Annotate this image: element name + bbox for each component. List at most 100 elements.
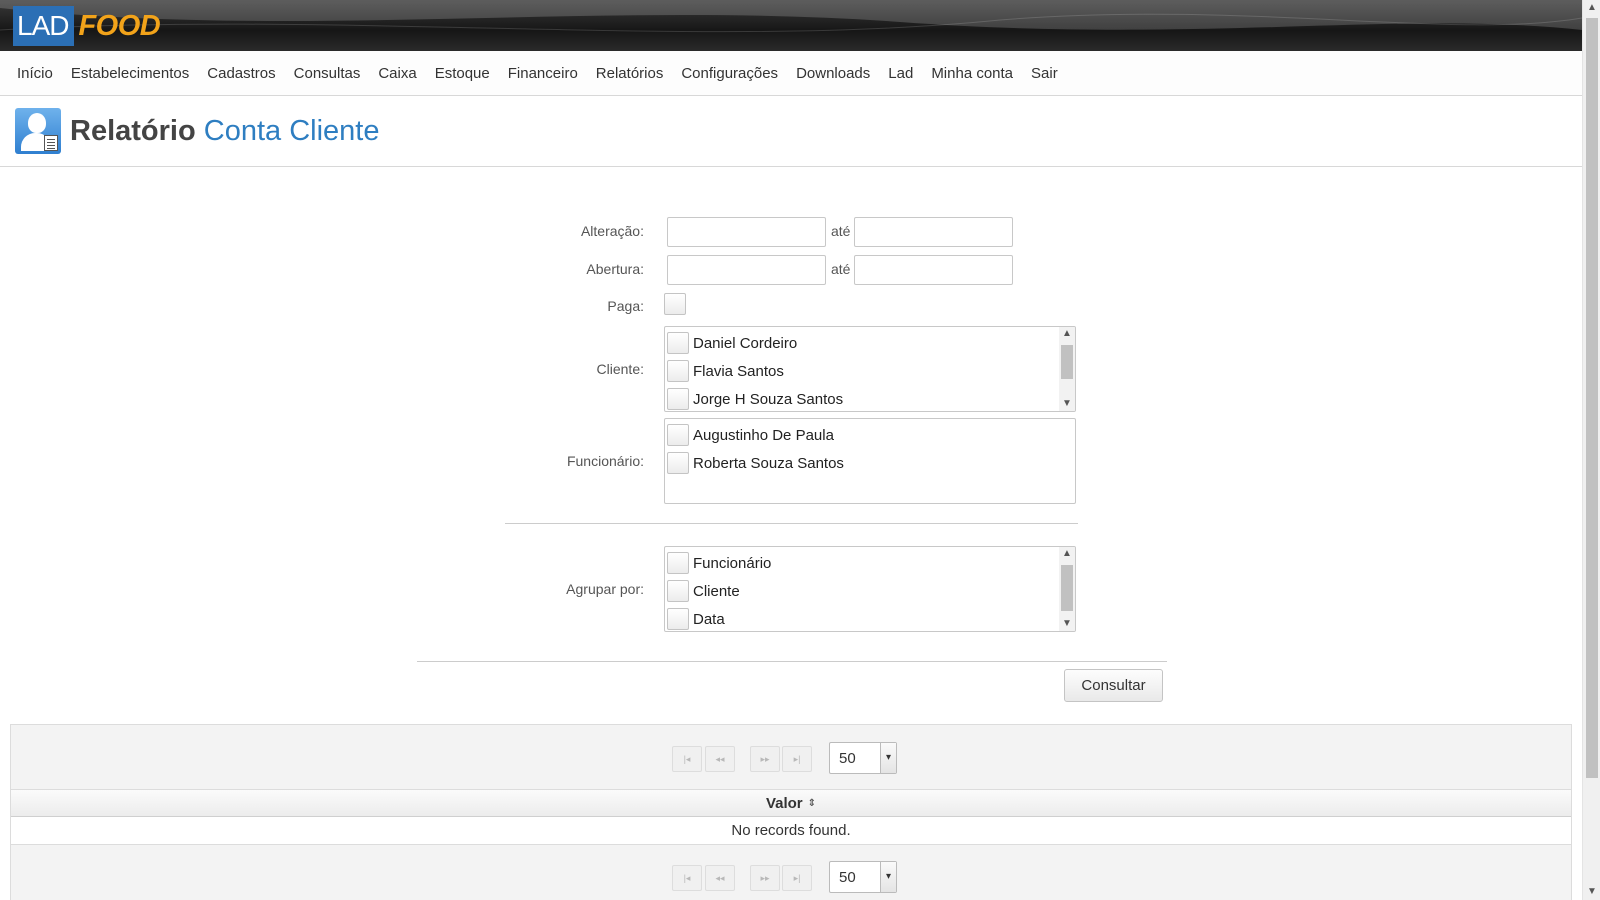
agrupar-option[interactable]: Funcionário — [667, 550, 771, 576]
scrollbar-thumb[interactable] — [1061, 565, 1073, 611]
page-content: LAD FOOD Início Estabelecimentos Cadastr… — [0, 0, 1582, 900]
menu-item-relatorios[interactable]: Relatórios — [587, 65, 673, 82]
rows-per-page-select[interactable]: 50 ▾ — [829, 742, 897, 774]
cliente-option[interactable]: Jorge H Souza Santos — [667, 386, 844, 411]
last-page-icon[interactable]: ▸| — [782, 865, 812, 891]
cliente-listbox[interactable]: Daniel Cordeiro Flavia Santos Jorge H So… — [664, 326, 1076, 412]
abertura-label: Abertura: — [586, 261, 644, 277]
alteracao-label: Alteração: — [580, 223, 644, 239]
cliente-option[interactable]: Flavia Santos — [667, 358, 784, 384]
menu-item-financeiro[interactable]: Financeiro — [499, 65, 587, 82]
scrollbar-thumb[interactable] — [1061, 345, 1073, 379]
next-page-icon[interactable]: ▸▸ — [750, 865, 780, 891]
menu-item-downloads[interactable]: Downloads — [787, 65, 879, 82]
menu-item-minha-conta[interactable]: Minha conta — [922, 65, 1022, 82]
cliente-label: Cliente: — [596, 361, 644, 377]
funcionario-option[interactable]: Augustinho De Paula — [667, 422, 834, 448]
cliente-listbox-scrollbar[interactable]: ▲ ▼ — [1059, 327, 1075, 411]
agrupar-option-label: Funcionário — [693, 554, 772, 572]
scroll-down-icon[interactable]: ▼ — [1583, 884, 1600, 900]
header-wave-decoration — [0, 0, 1582, 33]
agrupar-checkbox[interactable] — [667, 608, 689, 630]
last-page-icon[interactable]: ▸| — [782, 746, 812, 772]
chevron-down-icon[interactable]: ▾ — [880, 862, 896, 892]
first-page-icon[interactable]: |◂ — [672, 746, 702, 772]
cliente-checkbox[interactable] — [667, 332, 689, 354]
first-page-icon[interactable]: |◂ — [672, 865, 702, 891]
menu-item-sair[interactable]: Sair — [1022, 65, 1067, 82]
menu-item-configuracoes[interactable]: Configurações — [672, 65, 787, 82]
paga-checkbox[interactable] — [664, 293, 686, 315]
consultar-button[interactable]: Consultar — [1064, 669, 1163, 702]
alteracao-ate-label: até — [831, 223, 851, 239]
scroll-up-icon[interactable]: ▲ — [1583, 0, 1600, 16]
abertura-ate-label: até — [831, 261, 851, 277]
funcionario-listbox[interactable]: Augustinho De Paula Roberta Souza Santos — [664, 418, 1076, 504]
rows-per-page-value: 50 — [839, 869, 856, 886]
paga-label: Paga: — [607, 298, 644, 314]
agrupar-listbox[interactable]: Funcionário Cliente Data ▲ ▼ — [664, 546, 1076, 632]
funcionario-option[interactable]: Roberta Souza Santos — [667, 450, 844, 476]
agrupar-option[interactable]: Data — [667, 606, 725, 631]
main-menu: Início Estabelecimentos Cadastros Consul… — [0, 51, 1582, 96]
page-scrollbar[interactable]: ▲ ▼ — [1582, 0, 1600, 900]
page-title: Relatório Conta Cliente — [70, 115, 379, 148]
menu-item-inicio[interactable]: Início — [8, 65, 62, 82]
abertura-start-input[interactable] — [667, 255, 826, 285]
funcionario-option-label: Roberta Souza Santos — [693, 454, 844, 472]
funcionario-checkbox[interactable] — [667, 424, 689, 446]
funcionario-label: Funcionário: — [566, 453, 644, 469]
agrupar-option[interactable]: Cliente — [667, 578, 740, 604]
chevron-down-icon[interactable]: ▾ — [880, 743, 896, 773]
form-divider — [505, 523, 1078, 524]
app-header: LAD FOOD — [0, 0, 1582, 51]
paginator-bottom: |◂ ◂◂ ▸▸ ▸| 50 ▾ — [11, 845, 1571, 900]
scroll-down-icon[interactable]: ▼ — [1059, 397, 1075, 411]
agrupar-checkbox[interactable] — [667, 580, 689, 602]
cliente-checkbox[interactable] — [667, 360, 689, 382]
alteracao-end-input[interactable] — [854, 217, 1013, 247]
agrupar-option-label: Cliente — [693, 582, 740, 600]
column-header-valor[interactable]: Valor ⇕ — [11, 789, 1571, 817]
logo-food-text: FOOD — [78, 10, 161, 42]
cliente-option-label: Flavia Santos — [693, 362, 784, 380]
menu-item-estabelecimentos[interactable]: Estabelecimentos — [62, 65, 198, 82]
cliente-option-label: Daniel Cordeiro — [693, 334, 798, 352]
sort-icon[interactable]: ⇕ — [808, 798, 816, 809]
agrupar-checkbox[interactable] — [667, 552, 689, 574]
cliente-checkbox[interactable] — [667, 388, 689, 410]
cliente-option-label: Jorge H Souza Santos — [693, 390, 844, 408]
abertura-end-input[interactable] — [854, 255, 1013, 285]
agrupar-label: Agrupar por: — [566, 581, 644, 597]
rows-per-page-value: 50 — [839, 750, 856, 767]
scroll-down-icon[interactable]: ▼ — [1059, 617, 1075, 631]
agrupar-listbox-scrollbar[interactable]: ▲ ▼ — [1059, 547, 1075, 631]
form-actions-divider — [417, 661, 1167, 662]
empty-message: No records found. — [731, 822, 851, 839]
menu-item-estoque[interactable]: Estoque — [426, 65, 499, 82]
browser-viewport: LAD FOOD Início Estabelecimentos Cadastr… — [0, 0, 1600, 900]
ladfood-logo[interactable]: LAD FOOD — [13, 6, 161, 46]
next-page-icon[interactable]: ▸▸ — [750, 746, 780, 772]
page-title-bar: Relatório Conta Cliente — [0, 96, 1582, 167]
results-datatable: |◂ ◂◂ ▸▸ ▸| 50 ▾ Valor ⇕ No records foun… — [10, 724, 1572, 900]
empty-message-row: No records found. — [11, 817, 1571, 845]
previous-page-icon[interactable]: ◂◂ — [705, 746, 735, 772]
previous-page-icon[interactable]: ◂◂ — [705, 865, 735, 891]
paginator-top: |◂ ◂◂ ▸▸ ▸| 50 ▾ — [11, 725, 1571, 787]
client-report-icon — [15, 108, 61, 154]
scroll-up-icon[interactable]: ▲ — [1059, 327, 1075, 341]
alteracao-start-input[interactable] — [667, 217, 826, 247]
page-title-accent: Conta Cliente — [203, 114, 380, 147]
column-header-label: Valor — [765, 794, 803, 812]
page-scrollbar-thumb[interactable] — [1586, 18, 1598, 778]
rows-per-page-select[interactable]: 50 ▾ — [829, 861, 897, 893]
cliente-option[interactable]: Daniel Cordeiro — [667, 330, 797, 356]
menu-item-consultas[interactable]: Consultas — [285, 65, 370, 82]
scroll-up-icon[interactable]: ▲ — [1059, 547, 1075, 561]
menu-item-lad[interactable]: Lad — [879, 65, 922, 82]
agrupar-option-label: Data — [693, 610, 725, 628]
menu-item-caixa[interactable]: Caixa — [369, 65, 425, 82]
funcionario-checkbox[interactable] — [667, 452, 689, 474]
menu-item-cadastros[interactable]: Cadastros — [198, 65, 284, 82]
